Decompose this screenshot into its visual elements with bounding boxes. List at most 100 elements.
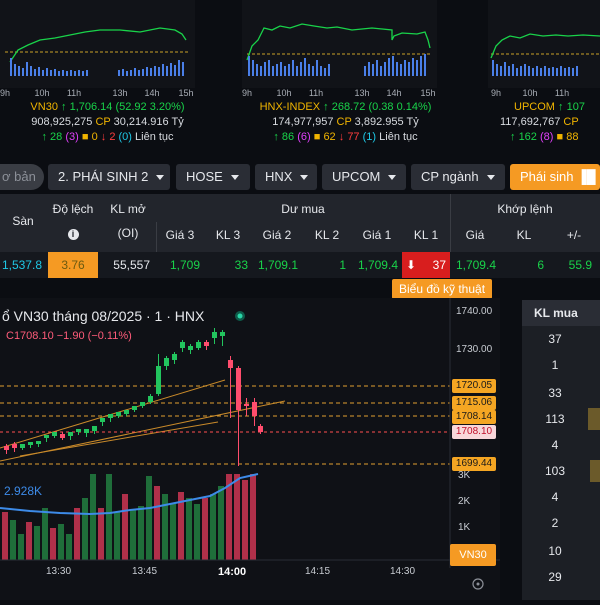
cp-label: CP xyxy=(336,116,352,128)
vn30-summary[interactable]: VN30 ↑ 1,706.14 (52.92 3.20%) 908,925,27… xyxy=(0,100,215,145)
tab-co-ban[interactable]: ơ bản xyxy=(0,164,44,190)
chart-title: ổ VN30 tháng 08/2025 · 1 · HNX xyxy=(2,308,205,324)
col-group-khop-lenh: Khớp lệnh xyxy=(497,202,553,216)
list-item[interactable]: 2 xyxy=(522,510,588,536)
candle xyxy=(156,366,161,394)
table-row[interactable]: 1,537.8 3.76 55,557 1,709 33 1,709.1 1 1… xyxy=(0,252,600,278)
candle xyxy=(236,368,241,410)
volume-bar xyxy=(26,522,32,560)
price-chart[interactable]: ổ VN30 tháng 08/2025 · 1 · HNX C1708.10 … xyxy=(0,298,500,600)
tab-label: CP ngành xyxy=(421,169,479,184)
info-icon[interactable]: i xyxy=(48,226,98,240)
cell-kl-mo: 55,557 xyxy=(113,258,150,272)
cell-gia1: 1,709.4 xyxy=(357,258,398,272)
upcom-summary[interactable]: UPCOM ↑ 107 117,692,767 CP ↑ 162 (8) ■ 8… xyxy=(500,100,600,145)
volume-line: 908,925,275 CP 30,214.916 Tỷ xyxy=(0,115,215,130)
list-item[interactable]: 10 xyxy=(522,538,588,564)
time-tick: 13h xyxy=(354,88,370,98)
depth-bar xyxy=(590,460,600,482)
volume-bar xyxy=(106,474,112,560)
candle xyxy=(44,435,49,438)
hnx-summary[interactable]: HNX-INDEX ↑ 268.72 (0.38 0.14%) 174,977,… xyxy=(238,100,453,145)
index-line: HNX-INDEX ↑ 268.72 (0.38 0.14%) xyxy=(238,100,453,115)
candle xyxy=(228,360,233,368)
candle xyxy=(148,396,153,402)
tab-phai-sinh-2[interactable]: 2. PHÁI SINH 2 xyxy=(48,164,170,190)
up-arrow-icon: ↑ xyxy=(41,131,47,143)
tab-label: HNX xyxy=(265,169,293,184)
chart-settings-icon[interactable] xyxy=(476,582,480,586)
upcom-mini-chart[interactable] xyxy=(488,0,600,88)
candle xyxy=(212,332,217,338)
volume-bar xyxy=(114,512,120,560)
price-level-box: 1715.06 xyxy=(452,396,496,410)
candle xyxy=(108,414,113,418)
chevron-down-icon xyxy=(156,175,165,181)
up-arrow-icon: ↑ xyxy=(61,101,67,113)
session-status: Liên tục xyxy=(135,131,174,143)
technical-chart-button[interactable]: Biểu đồ kỹ thuật xyxy=(392,279,492,299)
chart-icon: ▐█ xyxy=(577,169,596,184)
candle xyxy=(4,446,9,450)
list-item[interactable]: 37 xyxy=(522,326,588,352)
candle xyxy=(180,342,185,348)
volume-bar xyxy=(242,480,248,560)
chevron-down-icon xyxy=(388,175,397,181)
candle xyxy=(252,402,257,416)
volume-bar xyxy=(146,476,152,560)
tab-upcom[interactable]: UPCOM xyxy=(322,164,406,190)
flat-icon: ■ xyxy=(313,131,321,143)
vn30-mini-chart[interactable] xyxy=(0,0,195,88)
volume-bar xyxy=(90,474,96,560)
volume-bar xyxy=(186,498,192,560)
candle xyxy=(84,429,89,433)
time-axis-label: 14:30 xyxy=(390,566,416,577)
tab-label: Phái sinh xyxy=(520,169,574,184)
up-arrow-icon: ↑ xyxy=(558,101,564,113)
list-item[interactable]: 1 xyxy=(522,352,588,378)
volume-bar xyxy=(10,520,16,560)
candle xyxy=(124,410,129,414)
tab-phai-sinh[interactable]: Phái sinh ▐█ xyxy=(510,164,600,190)
index-change: (52.92 3.20%) xyxy=(115,101,185,113)
list-item[interactable]: 103 xyxy=(522,458,588,484)
last-price-box: 1708.10 xyxy=(452,425,496,439)
candle xyxy=(164,358,169,366)
volume-bar xyxy=(122,494,128,560)
up-arrow-icon: ↑ xyxy=(323,101,329,113)
index-change: (0.38 0.14%) xyxy=(368,101,432,113)
candle xyxy=(140,402,145,406)
tab-label: 2. PHÁI SINH 2 xyxy=(58,169,149,184)
list-item[interactable]: 113 xyxy=(522,406,588,432)
volume-bar xyxy=(130,510,136,560)
cell-plus-minus: 55.9 xyxy=(568,258,592,272)
col-group-du-mua: Dư mua xyxy=(281,202,325,216)
volume-bar xyxy=(170,504,176,560)
time-tick: 14h xyxy=(386,88,402,98)
volume-bar xyxy=(202,498,208,560)
symbol-badge[interactable]: VN30 xyxy=(450,544,496,566)
flat-icon: ■ xyxy=(556,131,564,143)
index-line: UPCOM ↑ 107 xyxy=(514,100,600,115)
kl1-value: 37 xyxy=(432,258,446,272)
chart-canvas[interactable] xyxy=(0,298,500,600)
advancers: 28 xyxy=(50,131,63,143)
list-item[interactable]: 29 xyxy=(522,564,588,590)
col-kl2: KL 2 xyxy=(314,228,340,242)
kl-mua-panel: KL mua 37 1 33 113 4 103 4 2 10 29 xyxy=(522,300,600,600)
tab-cp-nganh[interactable]: CP ngành xyxy=(411,164,505,190)
list-item[interactable]: 33 xyxy=(522,380,588,406)
ceiling-count: (6) xyxy=(297,131,311,143)
list-item[interactable]: 4 xyxy=(522,484,588,510)
hnx-mini-chart[interactable] xyxy=(242,0,437,88)
volume-bar xyxy=(250,474,256,560)
tab-hnx[interactable]: HNX xyxy=(255,164,317,190)
candle xyxy=(188,346,193,350)
tab-hose[interactable]: HOSE xyxy=(176,164,250,190)
volume-bar xyxy=(98,508,104,560)
cp-value: 30,214.916 xyxy=(113,116,169,128)
up-arrow-icon: ↑ xyxy=(273,131,279,143)
list-item[interactable]: 4 xyxy=(522,432,588,458)
price-level-box: 1708.14 xyxy=(452,410,496,424)
price-level-box: 1699.44 xyxy=(452,457,496,471)
